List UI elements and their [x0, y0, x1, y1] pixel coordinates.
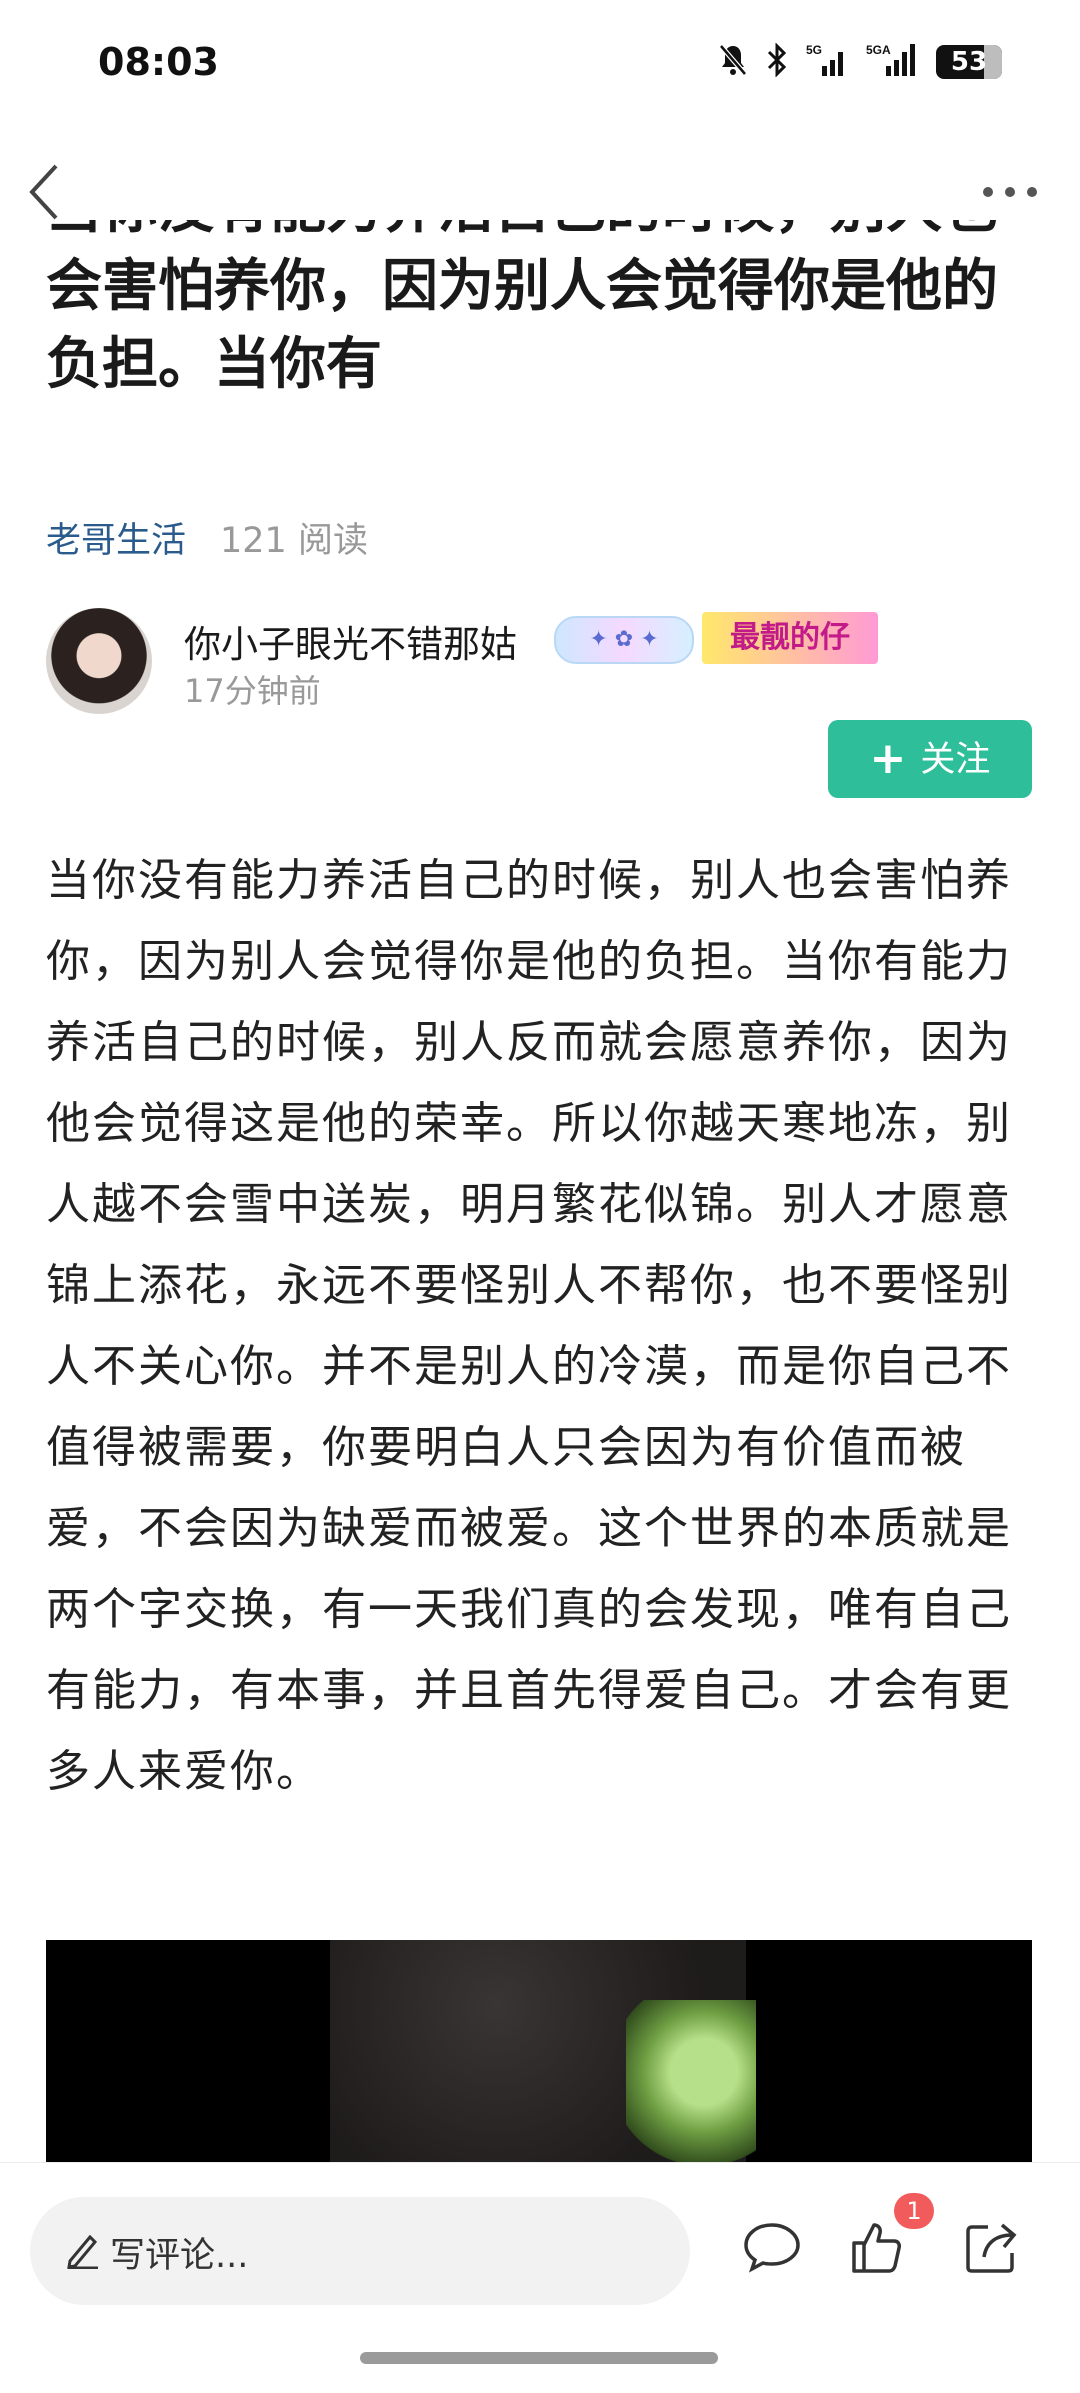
author-name[interactable]: 你小子眼光不错那姑 — [184, 614, 544, 668]
status-icons: 5G 5GA 53 — [718, 42, 1002, 82]
home-indicator[interactable] — [360, 2352, 718, 2364]
signal-5g-label: 5G — [806, 43, 822, 57]
video-player[interactable] — [46, 1940, 1032, 2162]
follow-button[interactable]: + 关注 — [828, 720, 1032, 798]
top-nav — [0, 150, 1080, 230]
avatar[interactable] — [46, 608, 152, 714]
comment-button[interactable] — [740, 2215, 810, 2285]
chevron-left-icon — [29, 164, 58, 220]
more-button[interactable] — [980, 172, 1040, 212]
status-bar: 08:03 5G 5GA 53 — [0, 0, 1080, 130]
pen-icon — [64, 2229, 102, 2273]
bell-muted-icon — [718, 43, 748, 81]
plus-icon: + — [869, 733, 907, 784]
comment-placeholder: 写评论... — [110, 2236, 249, 2276]
tree-image — [626, 2000, 756, 2162]
post-time: 17分钟前 — [184, 672, 321, 710]
battery-icon: 53 — [936, 45, 1002, 79]
medal-badge-icon: ✦ ✿ ✦ — [554, 616, 694, 664]
signal-5ga-label: 5GA — [866, 43, 891, 57]
article-meta: 老哥生活 121 阅读 — [46, 512, 368, 563]
battery-level: 53 — [950, 47, 988, 77]
source-link[interactable]: 老哥生活 — [46, 512, 186, 563]
title-area: 当你没有能力养活自己的时候，别人也会害怕养你，因为别人会觉得你是他的负担。当你有 — [46, 220, 1046, 480]
share-button[interactable] — [960, 2215, 1030, 2285]
share-icon — [966, 2223, 1017, 2273]
signal-5g-icon: 5G — [806, 42, 848, 82]
bluetooth-icon — [766, 42, 788, 81]
article-title: 当你没有能力养活自己的时候，别人也会害怕养你，因为别人会觉得你是他的负担。当你有 — [46, 220, 998, 397]
status-time: 08:03 — [98, 40, 219, 84]
signal-5ga-icon: 5GA — [866, 42, 918, 82]
like-count-badge: 1 — [894, 2193, 934, 2229]
comment-bubble-icon — [744, 2223, 800, 2273]
follow-label: 关注 — [920, 740, 991, 780]
title-badge: 最靓的仔 — [702, 612, 878, 664]
comment-input[interactable]: 写评论... — [30, 2197, 690, 2305]
article-body: 当你没有能力养活自己的时候，别人也会害怕养你，因为别人会觉得你是他的负担。当你有… — [46, 855, 1012, 1797]
read-count: 121 阅读 — [220, 521, 368, 561]
more-horizontal-icon — [983, 187, 1037, 197]
author-row: 你小子眼光不错那姑 ✦ ✿ ✦ 最靓的仔 17分钟前 — [46, 608, 1036, 718]
